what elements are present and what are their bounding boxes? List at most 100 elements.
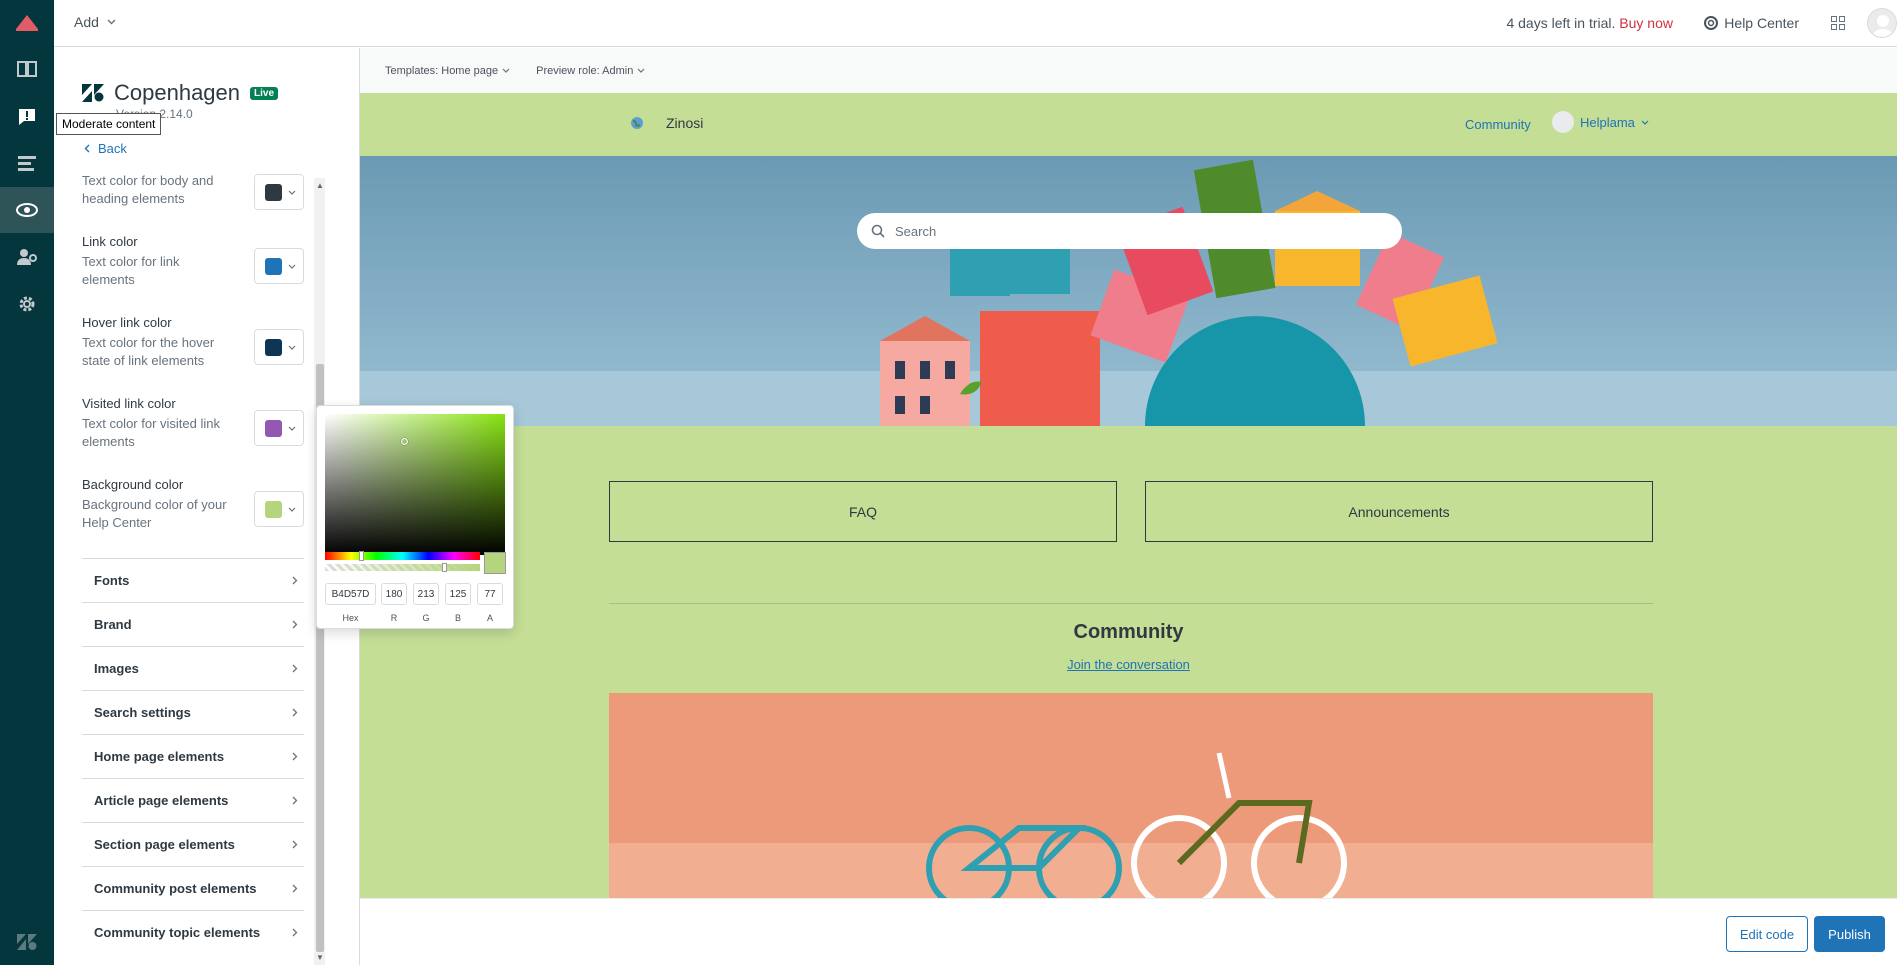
products-grid-icon[interactable]	[1831, 16, 1845, 33]
help-center-label: Help Center	[1724, 15, 1799, 31]
green-label: G	[422, 613, 430, 623]
help-center-preview: Zinosi Community Helplama Search FAQ Ann…	[360, 93, 1897, 898]
back-label: Back	[98, 141, 127, 156]
red-input[interactable]: 180	[381, 583, 407, 605]
alpha-slider[interactable]	[325, 564, 480, 571]
chevron-down-icon	[288, 426, 296, 431]
section-community-topic-elements[interactable]: Community topic elements	[82, 910, 304, 954]
chevron-right-icon	[292, 928, 298, 937]
knowledge-icon[interactable]	[0, 46, 54, 92]
setting-description: Text color for link elements	[82, 254, 180, 287]
section-label: Brand	[94, 617, 132, 632]
saturation-area[interactable]	[325, 414, 505, 555]
chevron-right-icon	[292, 884, 298, 893]
user-avatar[interactable]	[1867, 8, 1897, 38]
chevron-down-icon	[637, 68, 645, 73]
join-conversation-link[interactable]: Join the conversation	[360, 657, 1897, 672]
chevron-down-icon	[288, 345, 296, 350]
role-label: Preview role: Admin	[536, 64, 634, 77]
color-preview-chip	[484, 552, 506, 574]
site-header: Zinosi Community Helplama	[360, 93, 1897, 156]
top-bar: Add 4 days left in trial. Buy now Help C…	[54, 0, 1897, 47]
preview-role-selector[interactable]: Preview role: Admin	[536, 65, 645, 77]
lifebuoy-icon	[1704, 16, 1719, 30]
background-color-swatch[interactable]	[254, 491, 304, 527]
hero-illustration	[360, 159, 1897, 426]
section-label: Fonts	[94, 573, 130, 588]
color-chip	[265, 338, 282, 356]
user-menu[interactable]: Helplama	[1552, 111, 1649, 133]
section-section-page-elements[interactable]: Section page elements	[82, 822, 304, 866]
faq-block[interactable]: FAQ	[609, 481, 1117, 542]
arrange-content-icon[interactable]	[0, 140, 54, 186]
hue-slider-handle[interactable]	[359, 551, 364, 561]
guide-logo-icon[interactable]	[0, 0, 54, 46]
globe-logo-icon	[631, 117, 643, 129]
setting-description: Background color of your Help Center	[82, 497, 227, 530]
settings-gear-icon[interactable]	[0, 281, 54, 327]
color-chip	[265, 419, 282, 437]
hover-link-color-setting: Hover link color Text color for the hove…	[82, 315, 304, 370]
chevron-right-icon	[292, 752, 298, 761]
section-brand[interactable]: Brand	[82, 602, 304, 646]
customize-design-icon[interactable]	[0, 187, 54, 233]
visited-link-color-setting: Visited link color Text color for visite…	[82, 396, 304, 451]
theme-name: Copenhagen	[114, 80, 241, 105]
section-search-settings[interactable]: Search settings	[82, 690, 304, 734]
section-home-page-elements[interactable]: Home page elements	[82, 734, 304, 778]
hue-slider[interactable]	[325, 552, 480, 560]
section-divider	[609, 603, 1653, 604]
add-label: Add	[74, 14, 99, 30]
section-fonts[interactable]: Fonts	[82, 558, 304, 602]
setting-title: Link color	[82, 234, 138, 249]
setting-description: Text color for body and heading elements	[82, 173, 214, 206]
user-name: Helplama	[1580, 114, 1635, 130]
publish-button[interactable]: Publish	[1814, 916, 1885, 952]
help-center-link[interactable]: Help Center	[1704, 15, 1799, 31]
footer-actions: Edit code Publish	[360, 898, 1897, 965]
text-color-setting: Text color for body and heading elements	[82, 172, 304, 210]
edit-code-button[interactable]: Edit code	[1726, 916, 1808, 952]
green-input[interactable]: 213	[413, 583, 439, 605]
search-icon	[871, 224, 885, 238]
back-link[interactable]: Back	[84, 141, 127, 156]
hover-link-color-swatch[interactable]	[254, 329, 304, 365]
template-selector[interactable]: Templates: Home page	[385, 65, 510, 77]
chevron-right-icon	[292, 620, 298, 629]
visited-link-color-swatch[interactable]	[254, 410, 304, 446]
chevron-right-icon	[292, 708, 298, 717]
moderate-content-tooltip: Moderate content	[56, 113, 162, 135]
chevron-down-icon	[502, 68, 510, 73]
hero-banner	[360, 156, 1897, 426]
text-color-swatch[interactable]	[254, 174, 304, 210]
alpha-slider-handle[interactable]	[442, 563, 447, 572]
section-label: Search settings	[94, 705, 191, 720]
blue-input[interactable]: 125	[445, 583, 471, 605]
announcements-block[interactable]: Announcements	[1145, 481, 1653, 542]
alpha-input[interactable]: 77	[477, 583, 503, 605]
section-images[interactable]: Images	[82, 646, 304, 690]
section-article-page-elements[interactable]: Article page elements	[82, 778, 304, 822]
setting-title: Background color	[82, 477, 184, 492]
moderate-content-icon[interactable]	[0, 94, 54, 140]
saturation-handle[interactable]	[401, 438, 408, 445]
hero-search-bar[interactable]: Search	[857, 213, 1402, 249]
section-label: Home page elements	[94, 749, 225, 764]
product-rail	[0, 0, 54, 965]
scroll-up-icon[interactable]: ▲	[316, 181, 324, 190]
hex-input[interactable]: B4D57D	[325, 583, 376, 605]
trial-notice: 4 days left in trial. Buy now	[1506, 15, 1673, 31]
community-nav-link[interactable]: Community	[1465, 117, 1531, 132]
site-brand[interactable]: Zinosi	[630, 115, 703, 131]
scroll-down-icon[interactable]: ▼	[316, 953, 324, 962]
theme-settings-panel: Copenhagen Live Version 2.14.0 Back Text…	[54, 48, 360, 965]
red-label: R	[390, 613, 398, 623]
trial-text: 4 days left in trial.	[1506, 15, 1616, 31]
section-community-post-elements[interactable]: Community post elements	[82, 866, 304, 910]
user-permissions-icon[interactable]	[0, 234, 54, 280]
theme-header: Copenhagen Live	[82, 80, 279, 106]
link-color-swatch[interactable]	[254, 248, 304, 284]
section-label: Community topic elements	[94, 925, 261, 940]
buy-now-link[interactable]: Buy now	[1619, 15, 1673, 31]
add-button[interactable]: Add	[74, 14, 116, 30]
